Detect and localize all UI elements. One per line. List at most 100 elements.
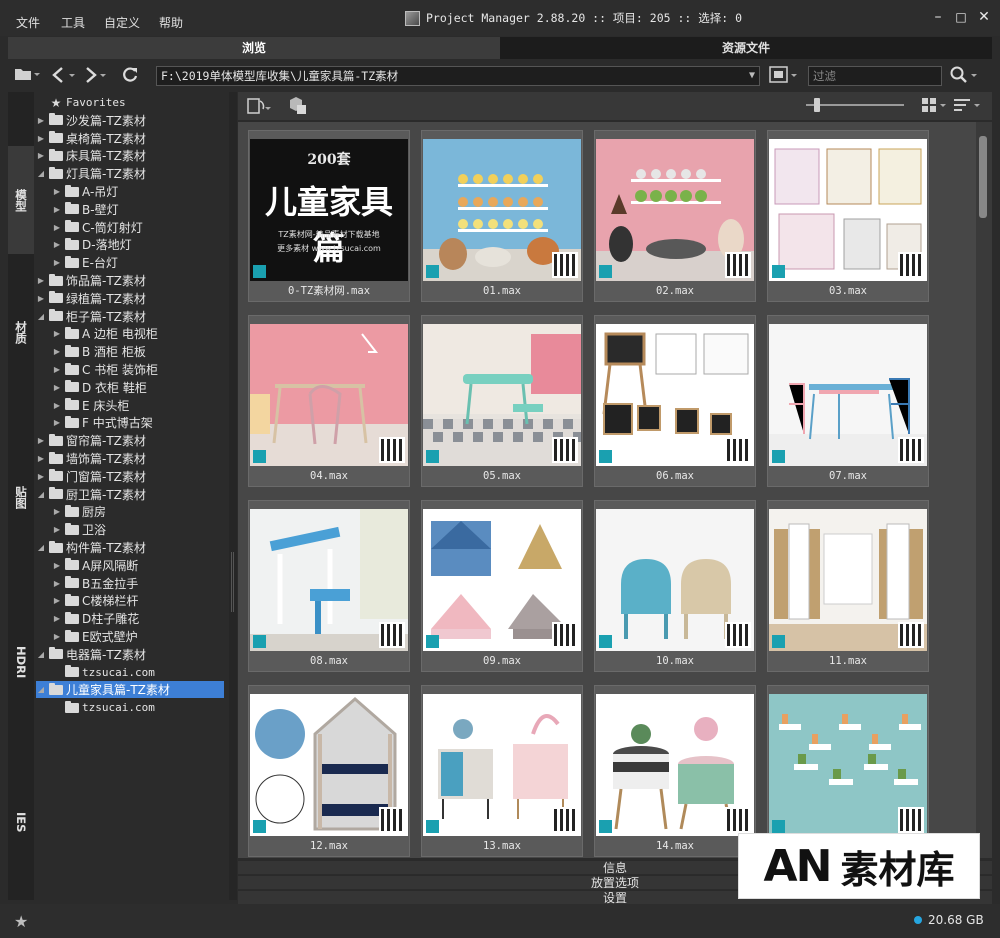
thumbnail-image[interactable]	[423, 139, 581, 281]
tree-node[interactable]: ▶ D 衣柜 鞋柜	[52, 379, 147, 396]
thumbnail-image[interactable]	[596, 324, 754, 466]
collapse-arrow-icon[interactable]: ◢	[36, 312, 46, 321]
tree-node[interactable]: ▶ 床具篇-TZ素材	[36, 147, 146, 164]
tree-node[interactable]: ▶ 饰品篇-TZ素材	[36, 272, 146, 289]
expand-arrow-icon[interactable]: ▶	[36, 436, 46, 445]
tree-node[interactable]: ▶ F 中式博古架	[52, 414, 153, 431]
assets-icon[interactable]	[286, 96, 308, 119]
expand-arrow-icon[interactable]: ▶	[52, 365, 62, 374]
tree-node[interactable]: ▶ A屏风隔断	[52, 557, 138, 574]
tree-node[interactable]: ▶ C 书柜 装饰柜	[52, 361, 158, 378]
thumbnail-size-slider[interactable]	[806, 104, 904, 106]
collapse-arrow-icon[interactable]: ◢	[36, 685, 46, 694]
side-tab-models[interactable]: 模型	[8, 146, 34, 254]
tree-node[interactable]: ▶ 沙发篇-TZ素材	[36, 112, 146, 129]
thumbnail-image[interactable]	[423, 509, 581, 651]
expand-arrow-icon[interactable]: ▶	[52, 383, 62, 392]
expand-arrow-icon[interactable]: ▶	[52, 525, 62, 534]
grid-scrollbar[interactable]	[976, 122, 992, 858]
tree-node[interactable]: ▶ E 床头柜	[52, 397, 129, 414]
expand-arrow-icon[interactable]: ▶	[36, 134, 46, 143]
expand-arrow-icon[interactable]: ▶	[52, 632, 62, 641]
tree-favorites[interactable]: ★ Favorites	[36, 94, 126, 111]
model-thumbnail-card[interactable]: 04.max	[248, 315, 410, 487]
thumbnail-image[interactable]: 200套 儿童家具篇 TZ素材网-精品素材下载基地 更多素材 www.tzsucai.…	[250, 139, 408, 281]
menu-help[interactable]: 帮助	[159, 14, 183, 31]
expand-arrow-icon[interactable]: ▶	[52, 240, 62, 249]
filter-input[interactable]: 过滤	[808, 66, 942, 86]
model-thumbnail-card[interactable]: 03.max	[767, 130, 929, 302]
model-thumbnail-card[interactable]: 07.max	[767, 315, 929, 487]
rotate-view-icon[interactable]	[246, 96, 272, 119]
tree-node[interactable]: ▶ 门窗篇-TZ素材	[36, 468, 146, 485]
thumbnail-image[interactable]	[596, 139, 754, 281]
tree-node[interactable]: ▶ D-落地灯	[52, 236, 132, 253]
expand-arrow-icon[interactable]: ▶	[52, 614, 62, 623]
model-thumbnail-card[interactable]: 06.max	[594, 315, 756, 487]
tree-node[interactable]: ◢ 电器篇-TZ素材	[36, 646, 146, 663]
collapse-arrow-icon[interactable]: ◢	[36, 650, 46, 659]
favorite-star-icon[interactable]: ★	[14, 912, 28, 931]
thumbnail-image[interactable]	[250, 694, 408, 836]
chevron-down-icon[interactable]: ▼	[749, 67, 755, 85]
grid-view-icon[interactable]	[922, 98, 948, 117]
expand-arrow-icon[interactable]: ▶	[36, 454, 46, 463]
menu-tools[interactable]: 工具	[61, 14, 85, 31]
tree-node[interactable]: ▶ C-筒灯射灯	[52, 219, 143, 236]
scroll-thumb[interactable]	[979, 136, 987, 218]
tree-node[interactable]: ▶ A 边柜 电视柜	[52, 325, 158, 342]
tree-node[interactable]: ▶ 墙饰篇-TZ素材	[36, 450, 146, 467]
tree-node[interactable]: ▶ C楼梯栏杆	[52, 592, 138, 609]
tab-resources[interactable]: 资源文件	[500, 37, 992, 59]
folder-menu-icon[interactable]	[14, 66, 40, 86]
path-field[interactable]: F:\2019单体模型库收集\儿童家具篇-TZ素材 ▼	[156, 66, 760, 86]
thumbnail-image[interactable]	[769, 509, 927, 651]
side-tab-hdri[interactable]: HDRI	[8, 612, 34, 712]
collapse-arrow-icon[interactable]: ◢	[36, 543, 46, 552]
thumbnail-image[interactable]	[769, 139, 927, 281]
expand-arrow-icon[interactable]: ▶	[52, 205, 62, 214]
collapse-arrow-icon[interactable]: ◢	[36, 490, 46, 499]
expand-arrow-icon[interactable]: ▶	[52, 596, 62, 605]
maximize-icon[interactable]: □	[952, 8, 970, 26]
splitter-grip[interactable]	[231, 552, 234, 612]
side-tab-materials[interactable]: 材质	[8, 288, 34, 376]
menu-file[interactable]: 文件	[16, 14, 40, 31]
tree-node[interactable]: ▶ D柱子雕花	[52, 610, 139, 627]
expand-arrow-icon[interactable]: ▶	[52, 418, 62, 427]
thumbnail-image[interactable]	[769, 324, 927, 466]
expand-arrow-icon[interactable]: ▶	[36, 472, 46, 481]
close-icon[interactable]: ✕	[975, 8, 993, 26]
tree-node[interactable]: ◢ 构件篇-TZ素材	[36, 539, 146, 556]
thumbnail-image[interactable]	[596, 694, 754, 836]
model-thumbnail-card[interactable]: 02.max	[594, 130, 756, 302]
history-icon[interactable]	[769, 66, 799, 88]
model-thumbnail-card[interactable]: 13.max	[421, 685, 583, 857]
tree-node[interactable]: ▶ B 酒柜 柜板	[52, 343, 146, 360]
thumbnail-image[interactable]	[423, 694, 581, 836]
expand-arrow-icon[interactable]: ▶	[52, 223, 62, 232]
thumbnail-image[interactable]	[250, 509, 408, 651]
model-thumbnail-card[interactable]	[767, 685, 929, 857]
back-arrow-icon[interactable]	[50, 66, 76, 88]
side-tab-maps[interactable]: 贴图	[8, 452, 34, 542]
panel-splitter[interactable]	[229, 92, 237, 900]
thumbnail-image[interactable]	[423, 324, 581, 466]
tree-node[interactable]: ▶ E-台灯	[52, 254, 118, 271]
expand-arrow-icon[interactable]: ▶	[36, 294, 46, 303]
expand-arrow-icon[interactable]: ▶	[52, 401, 62, 410]
model-thumbnail-card[interactable]: 11.max	[767, 500, 929, 672]
model-thumbnail-card[interactable]: 14.max	[594, 685, 756, 857]
tree-node[interactable]: ◢ 柜子篇-TZ素材	[36, 308, 146, 325]
expand-arrow-icon[interactable]: ▶	[36, 151, 46, 160]
refresh-icon[interactable]	[121, 66, 139, 88]
model-thumbnail-card[interactable]: 10.max	[594, 500, 756, 672]
tree-node[interactable]: ▶ B-壁灯	[52, 201, 119, 218]
model-thumbnail-card[interactable]: 08.max	[248, 500, 410, 672]
tree-node[interactable]: ▶ 绿植篇-TZ素材	[36, 290, 146, 307]
collapse-arrow-icon[interactable]: ◢	[36, 169, 46, 178]
expand-arrow-icon[interactable]: ▶	[52, 507, 62, 516]
side-tab-ies[interactable]: IES	[8, 782, 34, 862]
tab-browse[interactable]: 浏览	[8, 37, 500, 59]
model-thumbnail-card[interactable]: 01.max	[421, 130, 583, 302]
